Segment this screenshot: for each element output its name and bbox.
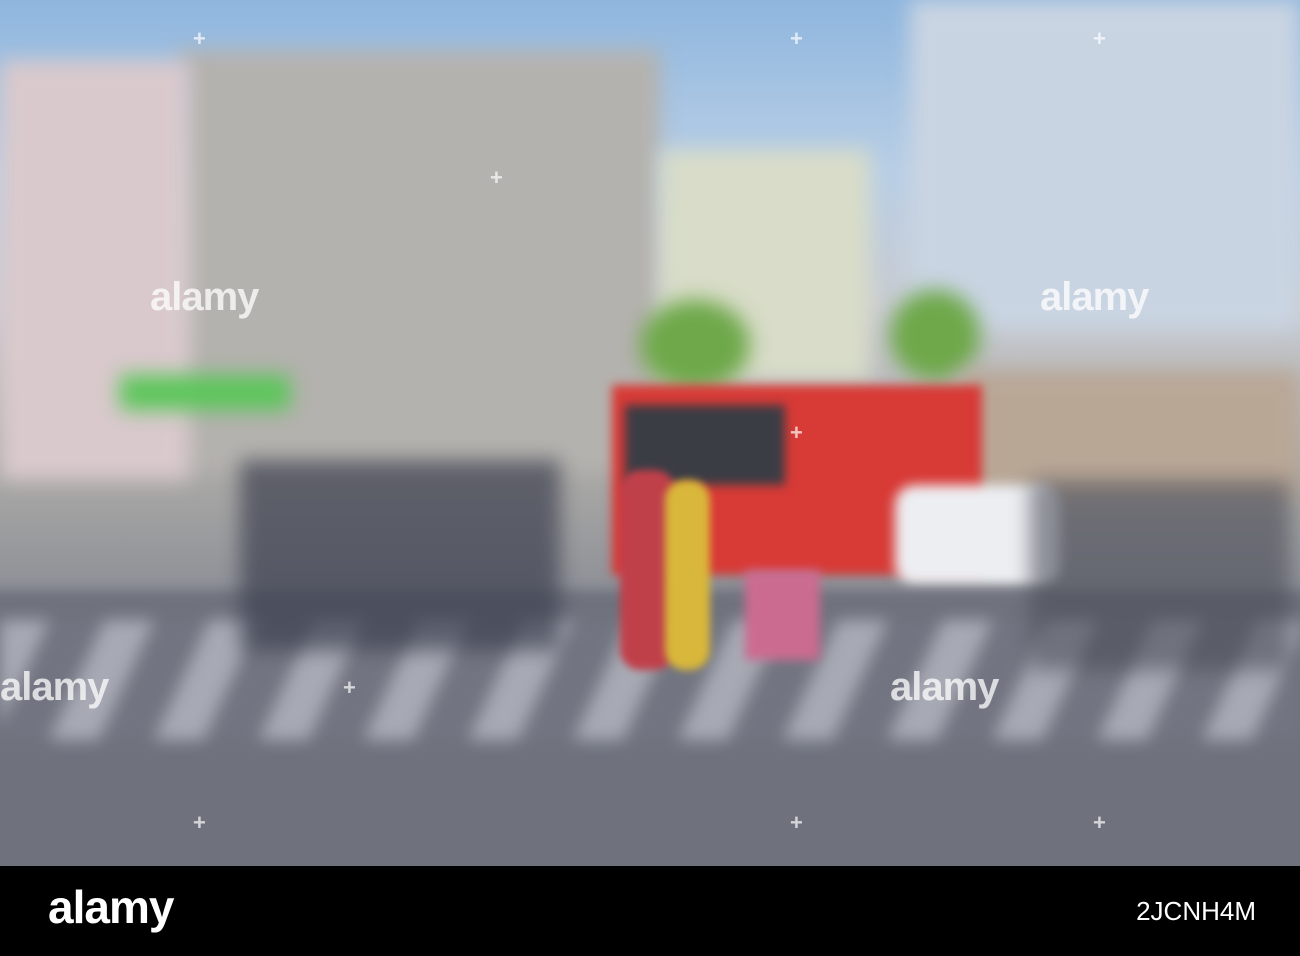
watermark-mark: + [193,26,206,51]
watermark: alamy [1040,275,1149,319]
alamy-logo: alamy [48,881,174,933]
footer-bar: alamy 2JCNH4M [0,866,1300,956]
watermark-mark: + [343,675,356,700]
tree-right [890,290,980,380]
shopfront-sign [120,375,290,410]
watermark-mark: + [790,420,803,445]
building-far-left [0,60,190,480]
watermark-mark: + [1093,26,1106,51]
watermark-mark: + [790,810,803,835]
watermark: alamy [150,275,259,319]
blurred-street-photo: alamy alamy alamy alamy + + + + + + + + … [0,0,1300,866]
pedestrian-yellow-shirt [665,480,710,670]
watermark-mark: + [1093,810,1106,835]
watermark-mark: + [790,26,803,51]
tree [640,300,750,390]
watermark-mark: + [193,810,206,835]
pedestrians-right [1030,480,1290,670]
watermark: alamy [0,665,109,709]
watermark-mark: + [490,165,503,190]
watermark: alamy [890,665,999,709]
pedestrians-left [240,460,560,650]
stroller [745,570,820,660]
image-id: 2JCNH4M [1136,896,1256,926]
